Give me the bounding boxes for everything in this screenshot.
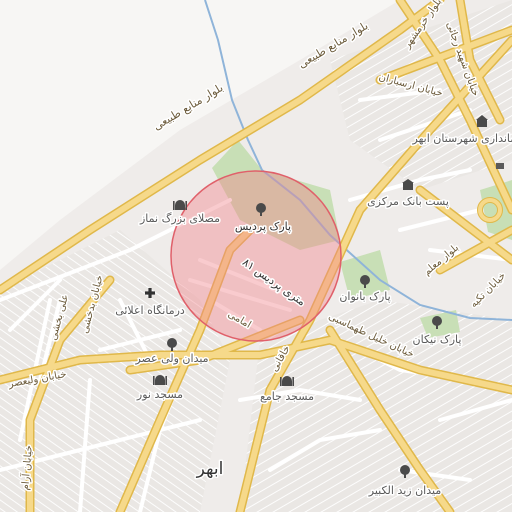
map-view[interactable]: بلوار منابع طبیعی بلوار منابع طبیعی بلوا… (0, 0, 512, 512)
poi-label: پارک نیکان (413, 333, 462, 346)
poi-label: مصلای بزرگ نماز (139, 212, 220, 225)
poi-label: مسجد نور (136, 388, 183, 401)
search-radius-circle[interactable] (170, 170, 342, 342)
poi-label: پارک بانوان (339, 290, 390, 303)
poi-label: پست بانک مرکزی (367, 195, 449, 208)
poi-label: پارک پردیس (235, 220, 291, 233)
poi-label: فرمانداری شهرستان ابهر (412, 132, 512, 145)
poi-label: میدان زید الکبیر (368, 484, 442, 497)
poi-label: مسجد جامع (260, 390, 314, 403)
city-label: ابهر (196, 459, 224, 479)
poi-label: میدان ولی عصر (134, 352, 208, 365)
marker-icon (496, 163, 504, 169)
map-canvas[interactable]: بلوار منابع طبیعی بلوار منابع طبیعی بلوا… (0, 0, 512, 512)
poi-label: درمانگاه اعلائی (115, 304, 185, 317)
